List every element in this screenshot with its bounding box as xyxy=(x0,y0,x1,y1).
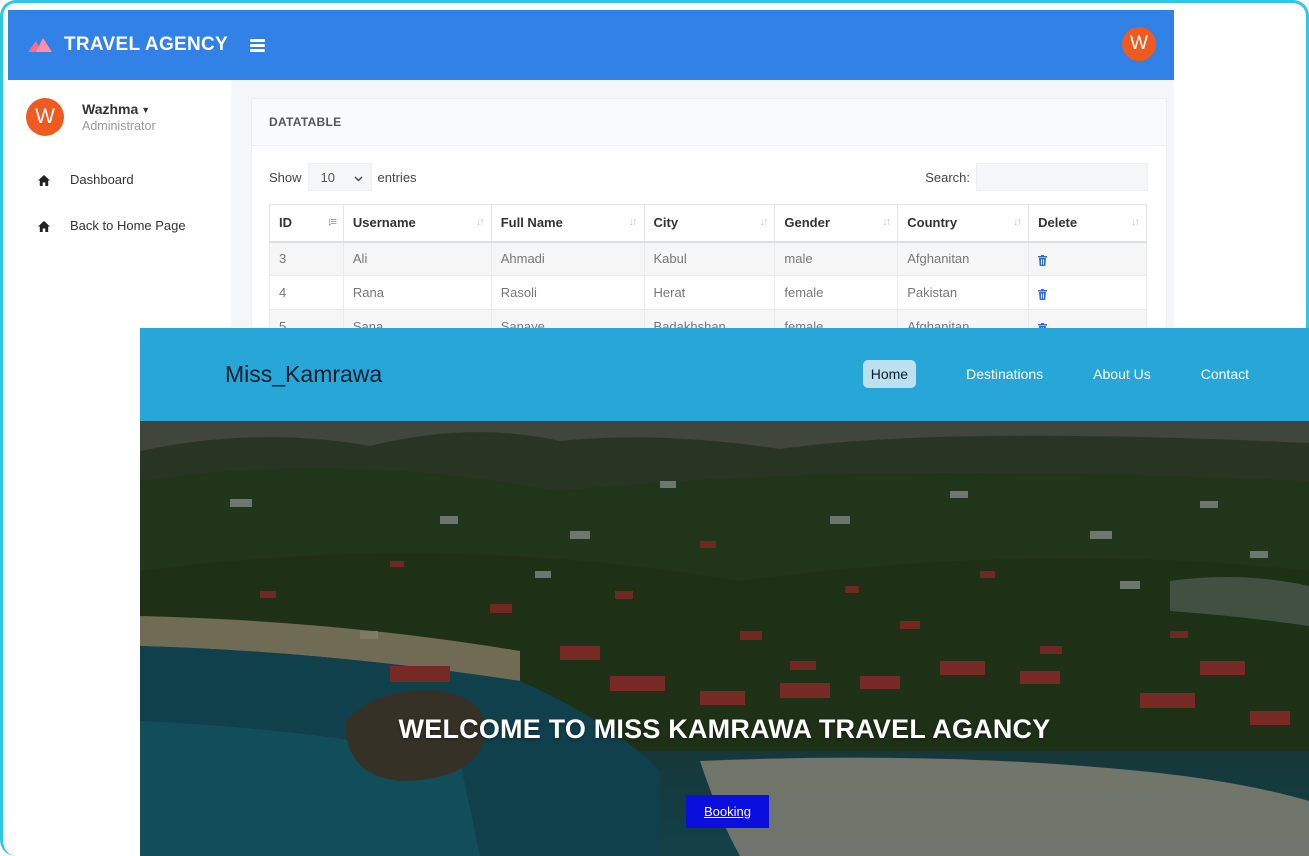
search-input[interactable] xyxy=(976,163,1148,191)
user-name-text: Wazhma xyxy=(82,101,139,117)
user-role: Administrator xyxy=(82,119,156,133)
site-logo[interactable]: Miss_Kamrawa xyxy=(225,361,382,388)
sort-icon: ↓↑ xyxy=(628,216,638,228)
cell-gender: female xyxy=(774,275,899,310)
admin-window: TRAVEL AGENCY W W Wazhma ▼ Administrator … xyxy=(8,10,1174,340)
table-row: 3 Ali Ahmadi Kabul male Afghanitan xyxy=(269,241,1147,276)
chevron-down-icon xyxy=(354,170,363,185)
trash-icon[interactable] xyxy=(1038,288,1048,301)
sort-icon: ↓↑ xyxy=(475,216,485,228)
sidebar-item-label: Dashboard xyxy=(70,171,134,187)
caret-down-icon: ▼ xyxy=(141,105,151,116)
column-label: ID xyxy=(279,215,292,231)
column-label: Gender xyxy=(784,215,830,231)
sidebar-item-dashboard[interactable]: Dashboard xyxy=(8,156,231,202)
cell-id: 3 xyxy=(269,241,344,276)
cell-full-name: Ahmadi xyxy=(490,241,645,276)
sidebar-item-back-home[interactable]: Back to Home Page xyxy=(8,202,231,248)
search-control: Search: xyxy=(925,163,1148,191)
sidebar-item-label: Back to Home Page xyxy=(70,217,186,233)
sort-icon: ↓↑ xyxy=(759,216,768,228)
booking-button[interactable]: Booking xyxy=(686,795,769,828)
cell-city: Herat xyxy=(643,275,776,310)
cell-gender: male xyxy=(774,241,899,276)
sort-asc-icon: ↓≡ xyxy=(326,216,337,228)
cell-id: 4 xyxy=(269,275,344,310)
mountain-logo-icon xyxy=(28,38,52,52)
sidebar-avatar: W xyxy=(26,98,64,136)
entries-value: 10 xyxy=(320,169,335,185)
column-header-city[interactable]: City ↓↑ xyxy=(643,204,776,243)
nav-about-us[interactable]: About Us xyxy=(1093,360,1151,388)
column-header-gender[interactable]: Gender ↓↑ xyxy=(774,204,899,243)
column-header-full-name[interactable]: Full Name ↓↑ xyxy=(490,204,645,243)
column-label: Username xyxy=(352,215,416,231)
cell-username: Ali xyxy=(342,241,492,276)
users-table: ID ↓≡ Username ↓↑ Full Name ↓↑ City ↓↑ Gende… xyxy=(269,204,1147,340)
user-box[interactable]: W Wazhma ▼ Administrator xyxy=(8,80,231,136)
cell-delete xyxy=(1028,275,1147,310)
panel-title: DATATABLE xyxy=(252,99,1166,146)
hero-overlay xyxy=(140,421,1309,856)
entries-label: entries xyxy=(377,169,417,185)
home-icon xyxy=(38,220,50,232)
search-label: Search: xyxy=(925,169,970,185)
site-navbar: Miss_Kamrawa Home Destinations About Us … xyxy=(140,328,1309,421)
sidebar-menu: Dashboard Back to Home Page xyxy=(8,156,231,248)
admin-topbar: TRAVEL AGENCY W xyxy=(8,10,1174,80)
sort-icon: ↓↑ xyxy=(1131,216,1140,228)
website-window: Miss_Kamrawa Home Destinations About Us … xyxy=(140,328,1309,856)
column-header-country[interactable]: Country ↓↑ xyxy=(897,204,1030,243)
trash-icon[interactable] xyxy=(1038,254,1048,267)
column-header-delete[interactable]: Delete ↓↑ xyxy=(1028,204,1147,243)
cell-country: Pakistan xyxy=(897,275,1030,310)
brand[interactable]: TRAVEL AGENCY xyxy=(28,34,228,56)
user-info: Wazhma ▼ Administrator xyxy=(82,101,156,133)
sort-icon: ↓↑ xyxy=(882,216,891,228)
hero-section: WELCOME TO MISS KAMRAWA TRAVEL AGANCY Bo… xyxy=(140,421,1309,856)
menu-toggle-icon[interactable] xyxy=(250,38,266,52)
column-header-id[interactable]: ID ↓≡ xyxy=(269,204,344,243)
site-nav-menu: Home Destinations About Us Contact xyxy=(862,360,1249,388)
hero-title: WELCOME TO MISS KAMRAWA TRAVEL AGANCY xyxy=(398,714,1051,744)
entries-control: Show 10 entries xyxy=(269,163,417,191)
top-avatar[interactable]: W xyxy=(1122,27,1156,61)
cell-city: Kabul xyxy=(643,241,776,276)
user-name[interactable]: Wazhma ▼ xyxy=(82,101,156,117)
table-row: 4 Rana Rasoli Herat female Pakistan xyxy=(269,275,1147,310)
sort-icon: ↓↑ xyxy=(1013,216,1022,228)
cell-country: Afghanitan xyxy=(897,241,1030,276)
column-label: Country xyxy=(907,215,958,231)
cell-delete xyxy=(1028,241,1147,276)
brand-name: TRAVEL AGENCY xyxy=(64,34,229,55)
column-label: Delete xyxy=(1038,215,1078,231)
sidebar: W Wazhma ▼ Administrator Dashboard Back t… xyxy=(8,80,231,340)
nav-home[interactable]: Home xyxy=(862,360,917,388)
table-controls: Show 10 entries Search: xyxy=(252,146,1166,194)
nav-contact[interactable]: Contact xyxy=(1201,360,1249,388)
datatable-panel: DATATABLE Show 10 entries Search: ID ↓≡ … xyxy=(251,98,1167,340)
home-icon xyxy=(38,174,50,186)
column-label: Full Name xyxy=(500,215,563,231)
cell-username: Rana xyxy=(342,275,492,310)
table-header-row: ID ↓≡ Username ↓↑ Full Name ↓↑ City ↓↑ Gende… xyxy=(269,204,1147,243)
column-label: City xyxy=(653,215,679,231)
nav-destinations[interactable]: Destinations xyxy=(966,360,1043,388)
entries-select[interactable]: 10 xyxy=(307,163,372,191)
cell-full-name: Rasoli xyxy=(490,275,645,310)
column-header-username[interactable]: Username ↓↑ xyxy=(342,204,492,243)
show-label: Show xyxy=(269,169,302,185)
